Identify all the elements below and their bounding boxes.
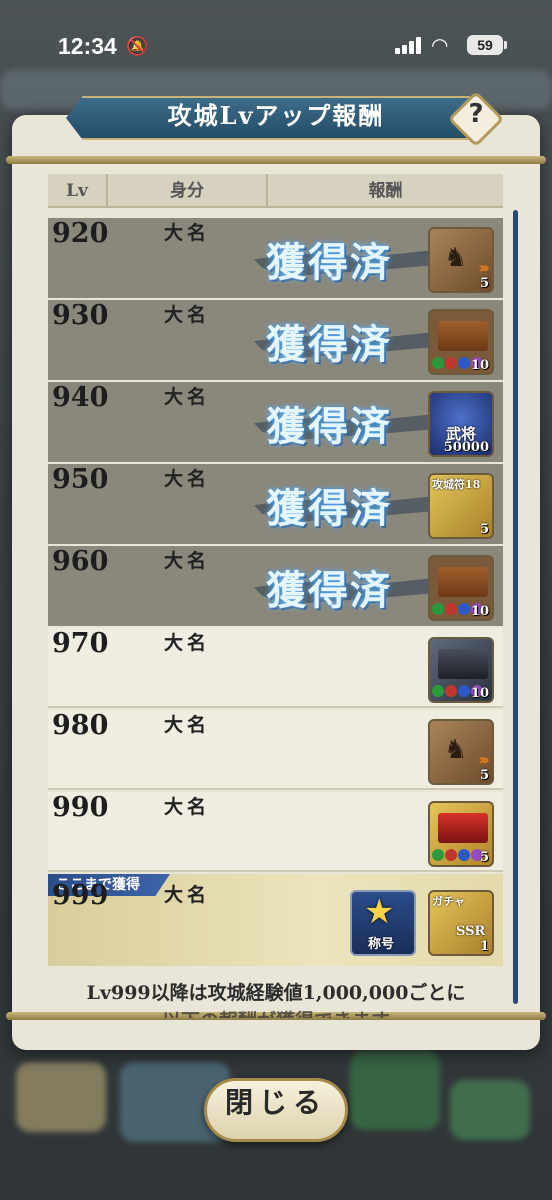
chest-icon [438, 649, 488, 679]
reward-item-siege-ticket[interactable]: 攻城符18 5 [428, 473, 494, 539]
dialog-top-rail [6, 156, 546, 164]
item-count: 5 [479, 276, 489, 291]
red-chest-icon [438, 813, 488, 843]
column-header-reward: 報酬 [368, 181, 403, 201]
item-label: ガチャ [432, 895, 465, 908]
row-lv: 970 [52, 628, 109, 659]
status-time: 12:34 [58, 33, 117, 59]
horse-rider-icon: ♞ [444, 735, 468, 765]
rarity-label: SSR [456, 924, 486, 939]
gem-orbs-icon [432, 849, 483, 861]
column-header-lv: Lv [48, 174, 108, 206]
reward-row: 960 大名 獲得済 10 [48, 546, 503, 626]
item-count: 10 [470, 604, 489, 619]
background-button-green [350, 1050, 440, 1130]
background-undo-button [16, 1062, 106, 1132]
reward-row: 940 大名 獲得済 武将 50000 [48, 382, 503, 462]
reward-item-ssr-ticket[interactable]: ガチャ SSR 1 [428, 890, 494, 956]
item-count: 10 [470, 358, 489, 373]
reward-item-horse-card[interactable]: ♞ ››› 5 [428, 719, 494, 785]
item-count: 5 [479, 522, 489, 537]
reward-item-title[interactable]: ★ 称号 [350, 890, 416, 956]
reward-row: 920 大名 獲得済 ♞ ››› 5 [48, 218, 503, 298]
wooden-chest-icon [438, 321, 488, 351]
reward-item-orb-chest-red[interactable]: 5 [428, 801, 494, 867]
claimed-stamp: 獲得済 [266, 403, 392, 450]
reward-item-orb-chest[interactable]: 10 [428, 309, 494, 375]
item-label: 称号 [368, 937, 395, 952]
table-header: Lv 身分 報酬 [48, 174, 503, 208]
chevron-right-icon: ››› [478, 258, 490, 277]
row-lv: 920 [52, 218, 109, 249]
reward-row: 930 大名 獲得済 10 [48, 300, 503, 380]
row-rank: 大名 [164, 884, 211, 906]
cellular-signal-icon [395, 37, 423, 54]
item-count: 10 [470, 686, 489, 701]
claimed-stamp: 獲得済 [266, 485, 392, 532]
row-rank: 大名 [164, 714, 211, 736]
row-rank: 大名 [164, 550, 211, 572]
wooden-chest-icon [438, 567, 488, 597]
claimed-stamp: 獲得済 [266, 239, 392, 286]
item-count: 5 [479, 850, 489, 865]
reward-row: 950 大名 獲得済 攻城符18 5 [48, 464, 503, 544]
info-note: Lv999以降は攻城経験値1,000,000ごとに [86, 982, 466, 1004]
dialog-title: 攻城Lvアップ報酬 [167, 101, 385, 130]
claimed-stamp: 獲得済 [266, 321, 392, 368]
wifi-icon: ◠ [431, 33, 449, 57]
reward-row: 980 大名 ♞ ››› 5 [48, 710, 503, 790]
claimed-stamp: 獲得済 [266, 567, 392, 614]
silent-bell-icon: 🔕 [126, 36, 149, 57]
row-lv: 950 [52, 464, 109, 495]
battery-indicator: 59 [467, 35, 503, 55]
row-lv: 980 [52, 710, 109, 741]
close-button[interactable]: 閉じる [204, 1078, 348, 1142]
row-rank: 大名 [164, 796, 211, 818]
item-label: 攻城符18 [432, 478, 481, 491]
reward-list[interactable]: 920 大名 獲得済 ♞ ››› 5 930 大名 獲得済 10 940 大名 … [48, 210, 503, 966]
reward-item-horse-card[interactable]: ♞ ››› 5 [428, 227, 494, 293]
item-count: 1 [479, 939, 489, 954]
row-lv: 930 [52, 300, 109, 331]
battery-tip-icon [504, 41, 507, 49]
row-rank: 大名 [164, 222, 211, 244]
item-count: 5 [479, 768, 489, 783]
info-note-line2: 以下の報酬が獲得できます [24, 1006, 528, 1018]
row-lv: 940 [52, 382, 109, 413]
row-rank: 大名 [164, 386, 211, 408]
reward-row: 990 大名 5 [48, 792, 503, 872]
reward-row-current: ここまで獲得 999 大名 ★ 称号 ガチャ SSR 1 [48, 874, 503, 966]
row-rank: 大名 [164, 304, 211, 326]
row-lv: 999 [52, 880, 109, 911]
reward-item-general-exp[interactable]: 武将 50000 [428, 391, 494, 457]
item-count: 50000 [443, 440, 489, 455]
list-scrollbar[interactable] [513, 210, 518, 1004]
horse-rider-icon: ♞ [444, 243, 468, 273]
star-icon: ★ [364, 892, 395, 932]
column-header-rank: 身分 [108, 174, 268, 206]
chevron-right-icon: ››› [478, 750, 490, 769]
reward-item-orb-chest[interactable]: 10 [428, 555, 494, 621]
background-button-plus [450, 1080, 530, 1140]
status-bar: 12:34 🔕 ◠ 59 [0, 0, 552, 90]
reward-item-orb-chest-silver[interactable]: 10 [428, 637, 494, 703]
help-question-icon[interactable]: ? [456, 99, 496, 139]
row-lv: 960 [52, 546, 109, 577]
row-rank: 大名 [164, 632, 211, 654]
row-lv: 990 [52, 792, 109, 823]
row-rank: 大名 [164, 468, 211, 490]
reward-row: 970 大名 10 [48, 628, 503, 708]
